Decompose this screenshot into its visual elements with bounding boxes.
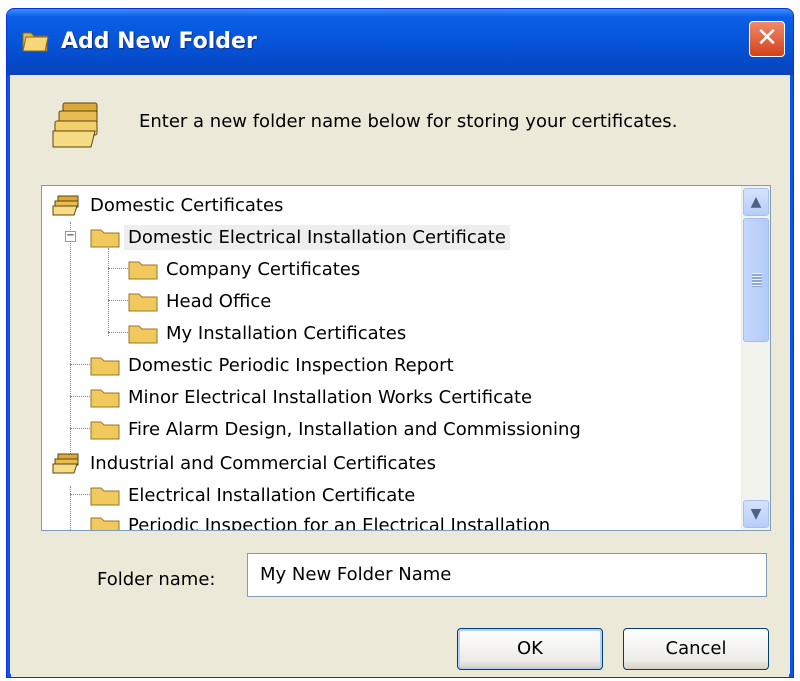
tree-item[interactable]: Fire Alarm Design, Installation and Comm…: [90, 414, 585, 444]
tree-line: [108, 248, 109, 336]
dialog-body: Enter a new folder name below for storin…: [11, 75, 789, 677]
tree-item-label: My Installation Certificates: [166, 322, 407, 344]
folder-icon: [90, 421, 120, 440]
tree-item-label: Domestic Electrical Installation Certifi…: [124, 224, 510, 250]
folder-icon: [128, 293, 158, 312]
window-title: Add New Folder: [61, 29, 257, 54]
vertical-scrollbar[interactable]: ▲ ▼: [741, 186, 770, 530]
folder-icon: [90, 229, 120, 248]
tree-line: [70, 222, 71, 462]
folder-icon: [90, 517, 120, 530]
folder-icon: [90, 487, 120, 506]
tree-line: [70, 486, 71, 530]
scroll-down-button[interactable]: ▼: [743, 500, 769, 528]
tree-item[interactable]: Company Certificates: [128, 254, 364, 284]
tree-item-label: Minor Electrical Installation Works Cert…: [128, 386, 533, 408]
tree-item[interactable]: Periodic Inspection for an Electrical In…: [90, 510, 554, 531]
scroll-up-button[interactable]: ▲: [743, 188, 769, 216]
scroll-thumb[interactable]: [743, 218, 769, 342]
folder-name-input[interactable]: My New Folder Name: [247, 553, 767, 597]
add-new-folder-dialog: Add New Folder ✕ Enter a new folder name…: [6, 8, 794, 678]
title-bar[interactable]: Add New Folder ✕: [7, 9, 793, 75]
tree-item-label: Periodic Inspection for an Electrical In…: [128, 514, 551, 531]
tree-line: [70, 428, 90, 429]
tree-item[interactable]: Domestic Periodic Inspection Report: [90, 350, 458, 380]
tree-item[interactable]: Minor Electrical Installation Works Cert…: [90, 382, 536, 412]
tree-item[interactable]: My Installation Certificates: [128, 318, 410, 348]
folder-tree[interactable]: − Domestic Certificates Domestic Electri…: [41, 185, 771, 531]
tree-item-label: Industrial and Commercial Certificates: [90, 452, 436, 474]
tree-item[interactable]: Electrical Installation Certificate: [90, 480, 419, 510]
folder-icon: [128, 261, 158, 280]
tree-item[interactable]: Industrial and Commercial Certificates: [52, 448, 440, 478]
tree-line: [70, 364, 90, 365]
folder-icon: [90, 389, 120, 408]
tree-line: [108, 268, 128, 269]
folder-stack-icon: [52, 195, 79, 216]
tree-item-label: Head Office: [166, 290, 272, 312]
tree-item[interactable]: Head Office: [128, 286, 275, 316]
tree-item-label: Fire Alarm Design, Installation and Comm…: [128, 418, 581, 440]
folder-icon: [90, 357, 120, 376]
folder-name-label: Folder name:: [97, 569, 216, 590]
collapse-toggle[interactable]: −: [65, 231, 76, 242]
grip-icon: [752, 273, 762, 287]
tree-line: [108, 300, 128, 301]
close-button[interactable]: ✕: [749, 21, 785, 57]
folder-open-icon: [22, 32, 49, 52]
tree-line: [108, 332, 128, 333]
tree-line: [70, 494, 90, 495]
tree-item-label: Domestic Periodic Inspection Report: [128, 354, 454, 376]
tree-item[interactable]: Domestic Electrical Installation Certifi…: [90, 222, 510, 252]
folder-stack-icon: [52, 453, 79, 474]
tree-item[interactable]: Domestic Certificates: [52, 190, 287, 220]
tree-line: [70, 396, 90, 397]
cancel-button[interactable]: Cancel: [623, 628, 769, 670]
tree-item-label: Domestic Certificates: [90, 194, 284, 216]
tree-item-label: Electrical Installation Certificate: [128, 484, 416, 506]
folder-stack-icon: [52, 102, 98, 148]
ok-button[interactable]: OK: [457, 628, 603, 670]
tree-item-label: Company Certificates: [166, 258, 361, 280]
instruction-text: Enter a new folder name below for storin…: [139, 111, 678, 132]
folder-icon: [128, 325, 158, 344]
